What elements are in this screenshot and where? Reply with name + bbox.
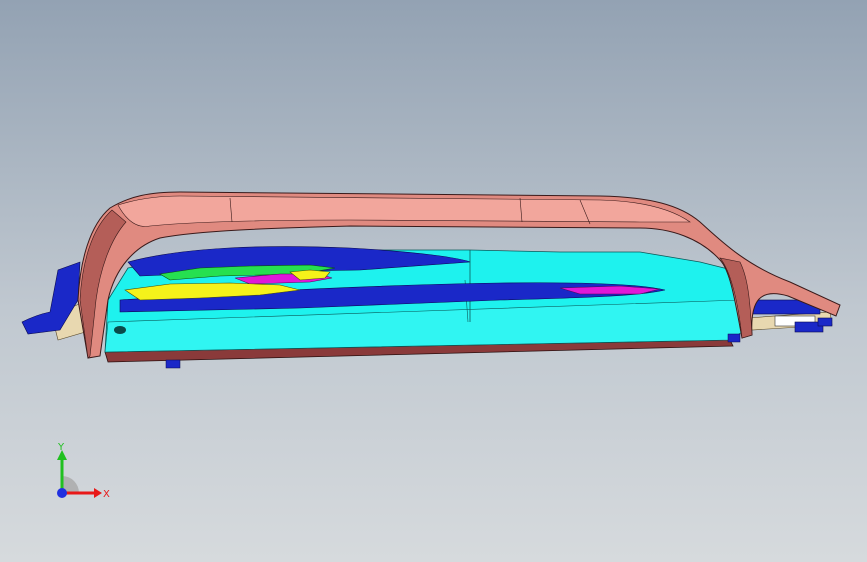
triad-origin <box>57 488 67 498</box>
triad-x-arrow <box>94 488 102 498</box>
cad-viewport[interactable]: Y X <box>0 0 867 562</box>
triad-x-label: X <box>103 489 110 500</box>
cad-model[interactable] <box>0 0 867 562</box>
base-hole <box>114 326 126 334</box>
base-foot-left <box>165 359 181 369</box>
base-foot-right <box>727 333 741 343</box>
orientation-triad[interactable]: Y X <box>40 438 120 510</box>
triad-y-label: Y <box>57 442 65 453</box>
